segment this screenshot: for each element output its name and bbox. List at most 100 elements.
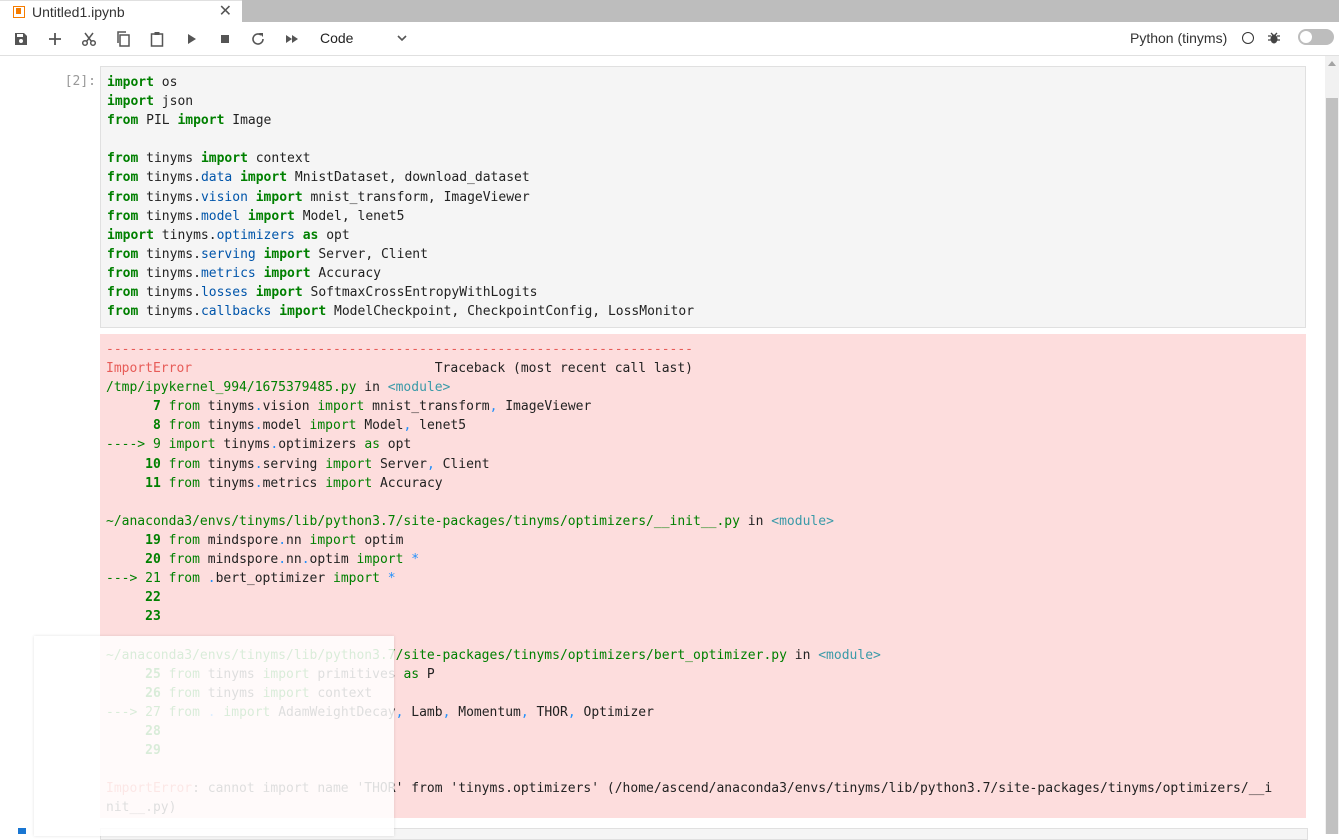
code-token: metrics	[262, 475, 326, 491]
traceback-line: ImportError Traceback (most recent call …	[106, 359, 1306, 378]
tab-notebook[interactable]: Untitled1.ipynb ✕	[0, 0, 242, 23]
run-icon[interactable]	[182, 30, 200, 48]
code-token: 19	[106, 532, 169, 548]
code-token: metrics	[200, 265, 256, 281]
code-cell-editor[interactable]: import os import json from PIL import Imag…	[100, 66, 1306, 328]
run-all-icon[interactable]	[283, 30, 301, 48]
save-icon[interactable]	[12, 30, 30, 48]
debugger-icon[interactable]	[1267, 31, 1281, 50]
add-cell-icon[interactable]	[46, 30, 64, 48]
code-token: 20	[106, 552, 169, 568]
code-token: optimizers	[278, 437, 365, 453]
code-line: import tinyms.optimizers as opt	[107, 226, 1305, 245]
code-token: import	[255, 189, 303, 205]
code-token: model	[262, 418, 310, 434]
scrollbar[interactable]	[1325, 56, 1339, 834]
code-token: vision	[200, 189, 248, 205]
stop-icon[interactable]	[216, 30, 234, 48]
code-token: 10	[106, 456, 169, 472]
code-token: optim	[356, 532, 404, 548]
code-token: PIL	[146, 113, 178, 129]
restart-icon[interactable]	[249, 30, 267, 48]
code-token: tinyms.	[146, 265, 201, 281]
code-token: opt	[326, 227, 350, 243]
close-icon[interactable]: ✕	[219, 4, 232, 20]
copy-icon[interactable]	[114, 30, 132, 48]
traceback-line: 20 from mindspore.nn.optim import *	[106, 550, 1306, 569]
code-token: Image	[232, 113, 272, 129]
code-token: tinyms	[215, 437, 271, 453]
code-token: serving	[200, 246, 256, 262]
code-line: from tinyms.model import Model, lenet5	[107, 207, 1305, 226]
code-token: tinyms	[199, 475, 255, 491]
code-line: import os	[107, 73, 1305, 92]
code-token: ImageViewer	[497, 399, 592, 415]
code-token: SoftmaxCrossEntropyWithLogits	[310, 285, 538, 301]
code-line: from PIL import Image	[107, 111, 1305, 130]
code-line: from tinyms.losses import SoftmaxCrossEn…	[107, 283, 1305, 302]
traceback-line: ----------------------------------------…	[106, 340, 1306, 359]
scroll-thumb[interactable]	[1326, 98, 1338, 834]
code-token: .	[199, 571, 216, 587]
code-token: <module>	[387, 380, 451, 396]
cell-type-select[interactable]: Code	[320, 27, 412, 49]
code-token: ~/anaconda3/envs/tinyms/lib/python3.7/si…	[106, 513, 740, 529]
code-token: from	[107, 246, 139, 262]
notebook-icon	[13, 6, 25, 18]
chevron-down-icon	[396, 31, 408, 47]
code-token: tinyms.	[146, 246, 201, 262]
code-token: context	[255, 151, 311, 167]
paste-icon[interactable]	[148, 30, 166, 48]
code-token: from	[168, 532, 200, 548]
code-line: import json	[107, 92, 1305, 111]
code-token: ,	[426, 456, 435, 472]
code-token: from	[168, 456, 200, 472]
code-token: os	[161, 75, 178, 90]
code-token: bert_optimizer	[215, 571, 333, 587]
code-token: 8	[106, 418, 169, 434]
code-line: from tinyms.serving import Server, Clien…	[107, 245, 1305, 264]
code-token: 7	[106, 399, 169, 415]
kernel-name[interactable]: Python (tinyms)	[1130, 30, 1227, 46]
code-token: <module>	[818, 647, 881, 663]
code-text[interactable]: import os import json from PIL import Imag…	[101, 67, 1305, 321]
code-line: from tinyms.metrics import Accuracy	[107, 264, 1305, 283]
code-token: P	[419, 666, 435, 682]
code-token: mindspore	[199, 552, 279, 568]
code-token: tinyms	[146, 151, 201, 167]
code-token: import	[356, 552, 404, 568]
code-token: ,	[567, 704, 576, 720]
code-token: Traceback (most recent call last)	[192, 361, 693, 377]
code-token: <module>	[771, 513, 834, 529]
overlay-panel	[34, 636, 394, 836]
code-token: ----------------------------------------…	[106, 342, 693, 357]
code-token: .	[254, 418, 263, 434]
traceback-line: 22	[106, 588, 1306, 607]
cut-icon[interactable]	[80, 30, 98, 48]
code-token: .	[278, 552, 287, 568]
code-token: .	[254, 456, 263, 472]
code-token: ---> 21	[106, 571, 169, 587]
code-token: as	[364, 437, 380, 453]
code-token: callbacks	[200, 304, 272, 320]
code-token: losses	[200, 285, 248, 301]
code-token: mindspore	[199, 532, 279, 548]
code-token: .	[254, 399, 263, 415]
tab-bar: Untitled1.ipynb ✕	[0, 0, 1339, 23]
code-token: from	[107, 265, 139, 281]
code-token: data	[200, 170, 233, 186]
code-token: optimizers	[216, 227, 295, 243]
traceback-line: 7 from tinyms.vision import mnist_transf…	[106, 397, 1306, 416]
code-token: nn	[286, 532, 310, 548]
code-token: *	[403, 552, 420, 568]
code-token: /tmp/ipykernel_994/1675379485.py	[106, 380, 357, 396]
code-token: .	[278, 532, 287, 548]
debugger-toggle[interactable]	[1298, 29, 1334, 45]
code-token: Client	[434, 456, 490, 472]
code-token: Server, Client	[318, 246, 428, 262]
code-token: nn	[286, 552, 302, 568]
active-cell-marker	[18, 828, 26, 834]
code-token: import	[107, 75, 154, 90]
code-token: from	[168, 552, 200, 568]
scroll-up-icon[interactable]	[1328, 61, 1336, 66]
